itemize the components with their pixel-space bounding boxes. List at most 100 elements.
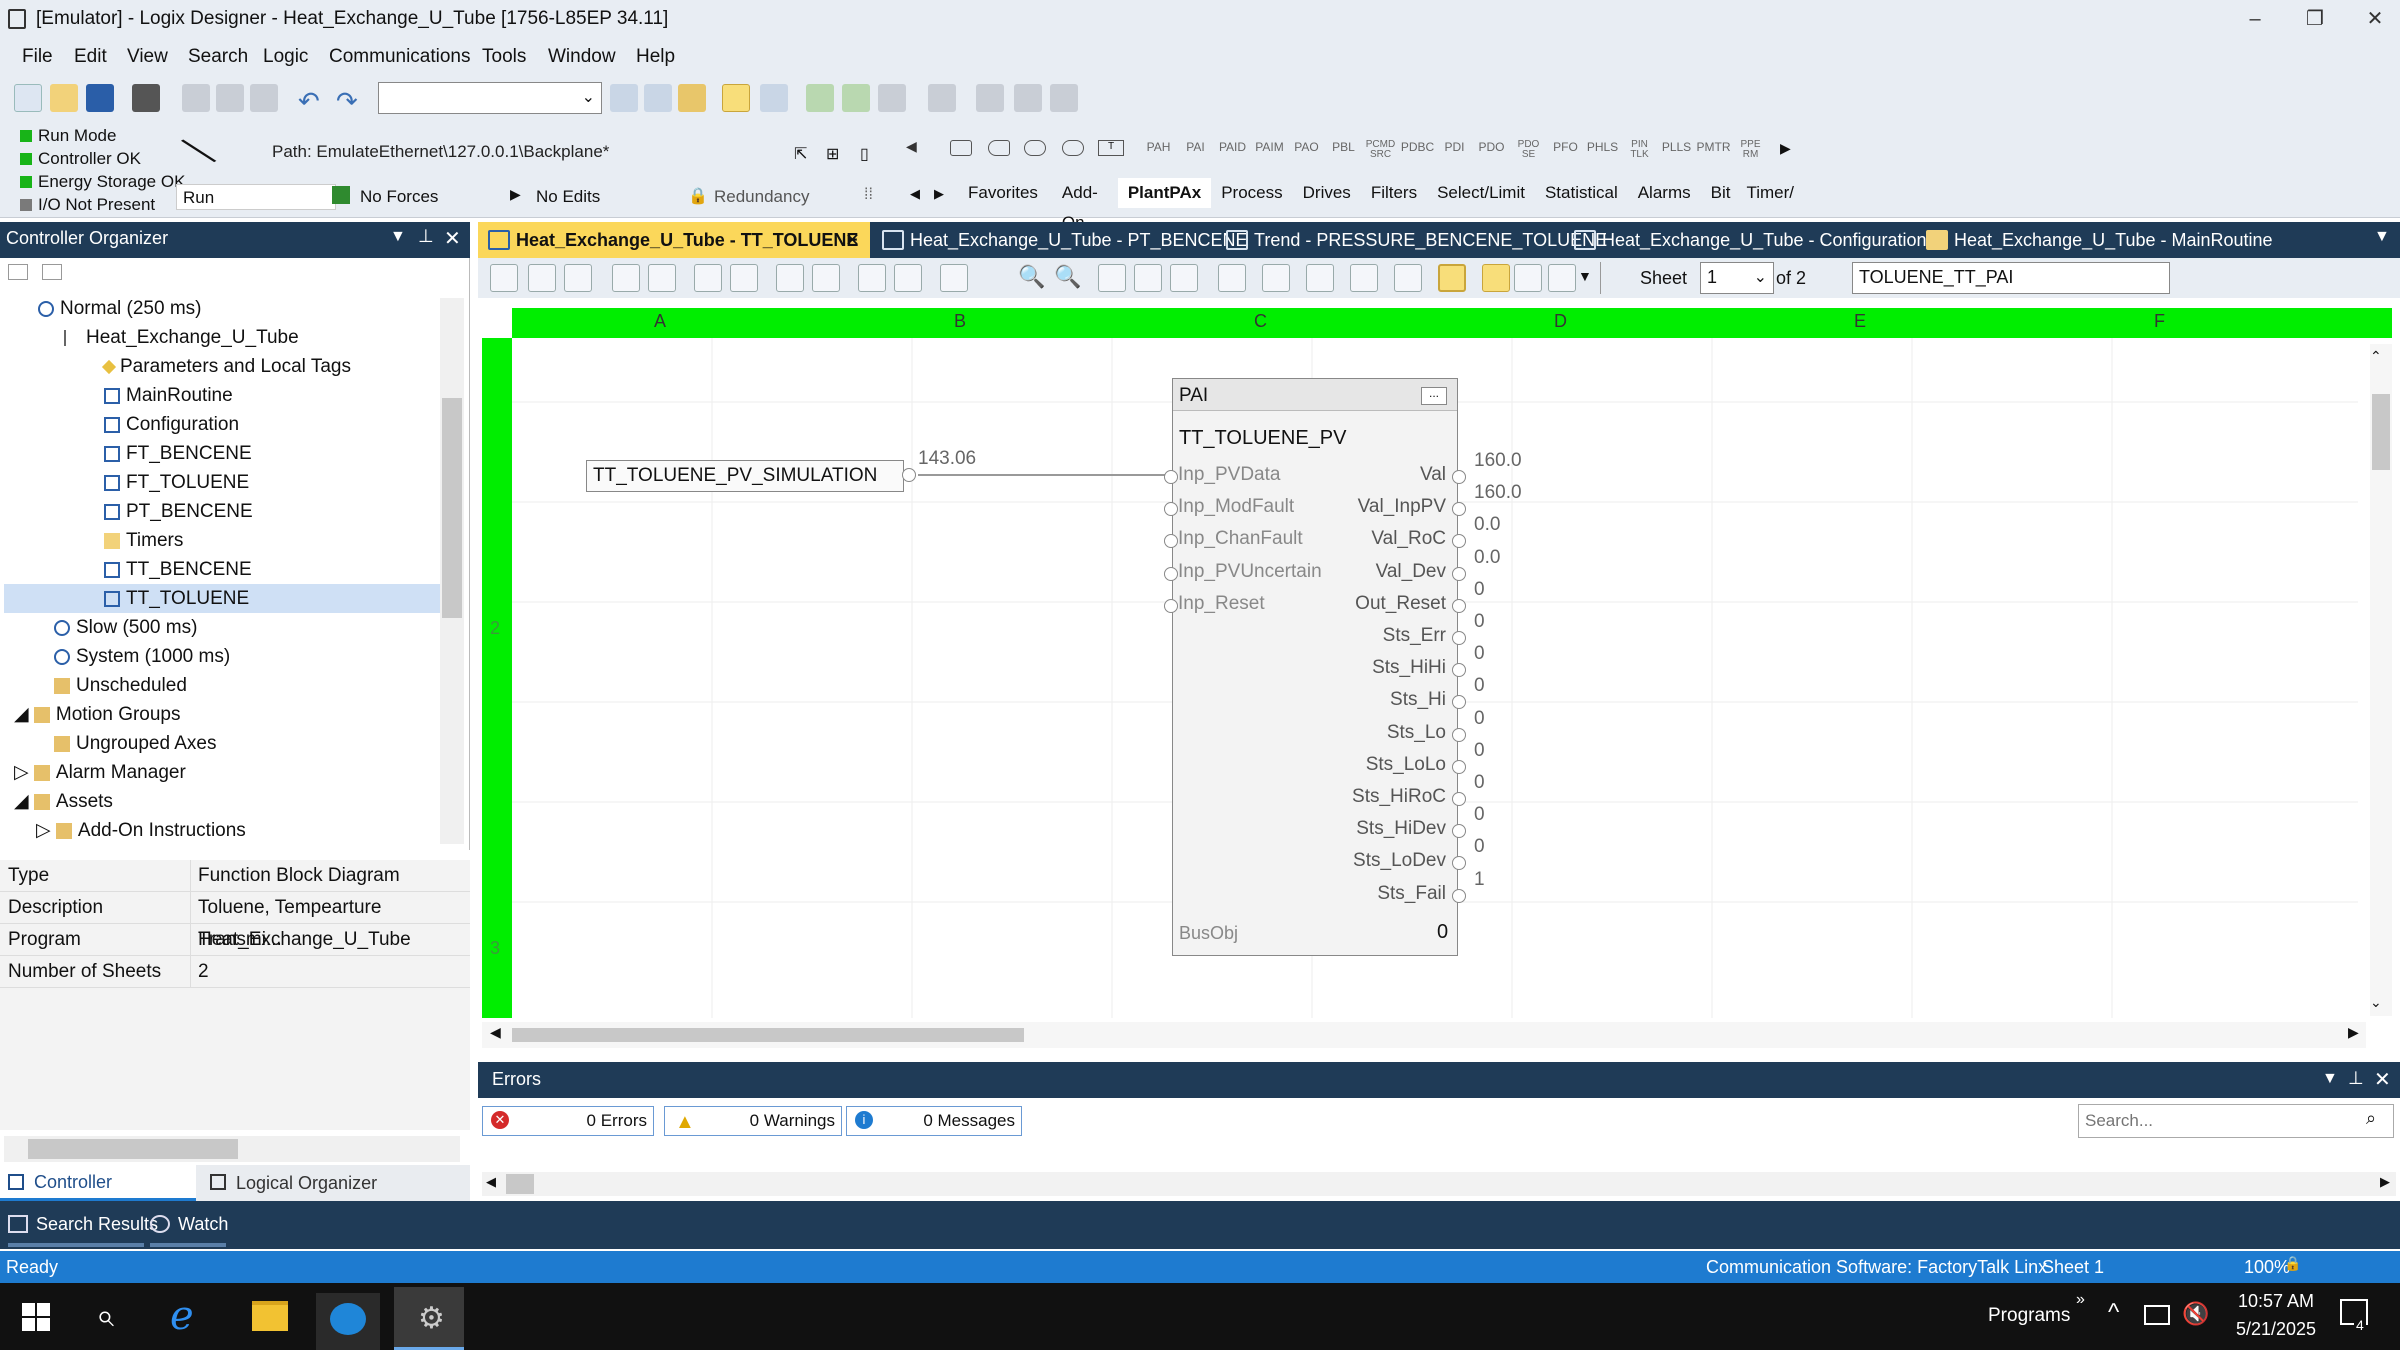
menu-tools[interactable]: Tools <box>482 46 526 68</box>
instr-pbl[interactable]: PBL <box>1325 140 1362 160</box>
instr-paim[interactable]: PAIM <box>1251 140 1288 160</box>
forces-dropdown-icon[interactable]: ▶ <box>510 186 521 203</box>
verify-icon[interactable] <box>806 84 834 112</box>
tree-item-tt-toluene[interactable]: TT_TOLUENE <box>4 584 440 613</box>
clock-time[interactable]: 10:57 AM <box>2226 1291 2326 1312</box>
input-pin-5[interactable] <box>1164 598 1178 613</box>
errors-menu-icon[interactable]: ▼ <box>2322 1070 2338 1088</box>
fbd-tool-21-icon[interactable] <box>1438 264 1466 292</box>
tree-item-unscheduled[interactable]: Unscheduled <box>54 671 187 700</box>
tree-item-motion-groups[interactable]: ◢ Motion Groups <box>14 700 181 729</box>
output-pin-5[interactable] <box>1452 598 1466 613</box>
fbd-tool-1-icon[interactable] <box>490 264 518 292</box>
who-active-icon[interactable]: ⇱ <box>794 144 807 164</box>
clock-date[interactable]: 5/21/2025 <box>2226 1319 2326 1340</box>
errors-search-icon[interactable]: ⌕ <box>2366 1108 2376 1129</box>
instr-pdi[interactable]: PDI <box>1436 140 1473 160</box>
network-tray-icon[interactable] <box>2144 1305 2170 1325</box>
doc-tab-pt-bencene[interactable]: Heat_Exchange_U_Tube - PT_BENCENE <box>872 222 1248 258</box>
cut-icon[interactable] <box>182 84 210 112</box>
programs-expand-icon[interactable]: » <box>2076 1291 2085 1309</box>
ie-icon[interactable]: e <box>170 1293 194 1339</box>
instr-pmtr[interactable]: PMTR <box>1695 140 1732 160</box>
organizer-toggle-icon[interactable] <box>722 84 750 112</box>
network-icon[interactable]: ⊞ <box>826 144 839 164</box>
download-icon[interactable] <box>878 84 906 112</box>
errors-search-input[interactable] <box>2078 1104 2394 1138</box>
sheet-select[interactable]: 1 ⌄ <box>1700 262 1774 294</box>
tree-scrollbar[interactable] <box>440 298 464 844</box>
save-icon[interactable] <box>86 84 114 112</box>
doc-tab-trend[interactable]: Trend - PRESSURE_BENCENE_TOLUENE <box>1216 222 1607 258</box>
tab-plantpax[interactable]: PlantPAx <box>1117 178 1212 208</box>
instr-pah[interactable]: PAH <box>1140 140 1177 160</box>
fbd-tool-3-icon[interactable] <box>564 264 592 292</box>
fbd-tool-4-icon[interactable] <box>612 264 640 292</box>
menu-window[interactable]: Window <box>548 46 616 68</box>
tab-timer[interactable]: Timer/ <box>1740 178 1800 208</box>
search-icon[interactable]: ⌕ <box>96 1297 114 1335</box>
tool-icon-3[interactable] <box>1014 84 1042 112</box>
output-pin-11[interactable] <box>1452 792 1466 806</box>
organizer-close-icon[interactable]: ✕ <box>444 226 461 251</box>
tree-item-alarm-manager[interactable]: ▷ Alarm Manager <box>14 758 186 787</box>
programs-toolbar[interactable]: Programs <box>1988 1305 2070 1327</box>
tab-process[interactable]: Process <box>1211 178 1292 208</box>
tool-icon-2[interactable] <box>976 84 1004 112</box>
doc-tab-configuration[interactable]: Heat_Exchange_U_Tube - Configuration <box>1564 222 1927 258</box>
fbd-tool-12-icon[interactable] <box>940 264 968 292</box>
fbd-tool-19-icon[interactable] <box>1350 264 1378 292</box>
volume-icon[interactable]: 🔇 <box>2182 1301 2209 1327</box>
instr-pdo[interactable]: PDO <box>1473 140 1510 160</box>
logix-taskbar-button[interactable] <box>316 1293 380 1350</box>
collapse-all-icon[interactable] <box>8 264 28 280</box>
redundancy-status[interactable]: Redundancy <box>714 187 809 207</box>
expand-all-icon[interactable] <box>42 264 62 280</box>
input-pin-1[interactable] <box>1164 470 1178 484</box>
zoom-in-icon[interactable]: 🔍 <box>1018 264 1045 290</box>
fbd-tool-7-icon[interactable] <box>730 264 758 292</box>
fbd-tool-17-icon[interactable] <box>1262 264 1290 292</box>
canvas-hscrollbar[interactable]: ◀ ▶ <box>482 1022 2366 1048</box>
fbd-tool-10-icon[interactable] <box>858 264 886 292</box>
instr-pao[interactable]: PAO <box>1288 140 1325 160</box>
paste-icon[interactable] <box>250 84 278 112</box>
instr-nop-icon[interactable] <box>950 140 972 156</box>
instr-pai[interactable]: PAI <box>1177 140 1214 160</box>
menu-communications[interactable]: Communications <box>329 46 471 68</box>
menu-search[interactable]: Search <box>188 46 248 68</box>
tab-bit[interactable]: Bit <box>1701 178 1741 208</box>
tab-select-limit[interactable]: Select/Limit <box>1427 178 1535 208</box>
canvas-vscrollbar[interactable]: ⌃ ⌄ <box>2370 344 2392 1016</box>
forces-status[interactable]: No Forces <box>360 187 438 207</box>
errors-pin-icon[interactable]: ⊥ <box>2348 1068 2364 1089</box>
messages-filter-button[interactable]: i0 Messages <box>846 1106 1022 1136</box>
menu-edit[interactable]: Edit <box>74 46 107 68</box>
path-clear-icon[interactable]: ▯ <box>860 144 869 164</box>
tab-statistical[interactable]: Statistical <box>1535 178 1628 208</box>
output-pin-1[interactable] <box>1452 470 1466 484</box>
instr-oref-icon[interactable] <box>988 140 1010 156</box>
instr-pcmdsrc[interactable]: PCMD SRC <box>1362 140 1399 160</box>
tree-item-program[interactable]: Heat_Exchange_U_Tube <box>64 323 299 352</box>
instr-pdbc[interactable]: PDBC <box>1399 140 1436 160</box>
start-icon[interactable] <box>22 1303 50 1331</box>
tree-item-ft-bencene[interactable]: FT_BENCENE <box>104 439 252 468</box>
output-pin-4[interactable] <box>1452 566 1466 581</box>
tree-item-pt-bencene[interactable]: PT_BENCENE <box>104 497 253 526</box>
output-pin-10[interactable] <box>1452 759 1466 774</box>
output-pin-14[interactable] <box>1452 888 1466 903</box>
tree-item-normal[interactable]: Normal (250 ms) <box>38 294 201 323</box>
menu-logic[interactable]: Logic <box>263 46 308 68</box>
find-icon[interactable] <box>610 84 638 112</box>
path-label[interactable]: Path: EmulateEthernet\127.0.0.1\Backplan… <box>272 142 609 162</box>
scroll-left-icon[interactable]: ◀ <box>906 138 917 155</box>
tab-logical-organizer[interactable]: Logical Organizer <box>206 1165 377 1201</box>
organizer-pin-icon[interactable]: ⊥ <box>418 226 434 247</box>
instr-ocon-icon[interactable] <box>1062 140 1084 156</box>
tab-search-results[interactable]: Search Results <box>8 1209 158 1239</box>
minimize-button[interactable]: – <box>2230 4 2280 34</box>
organizer-menu-icon[interactable]: ▼ <box>390 228 406 246</box>
input-reference[interactable]: TT_TOLUENE_PV_SIMULATION <box>586 460 904 492</box>
fbd-tool-2-icon[interactable] <box>528 264 556 292</box>
